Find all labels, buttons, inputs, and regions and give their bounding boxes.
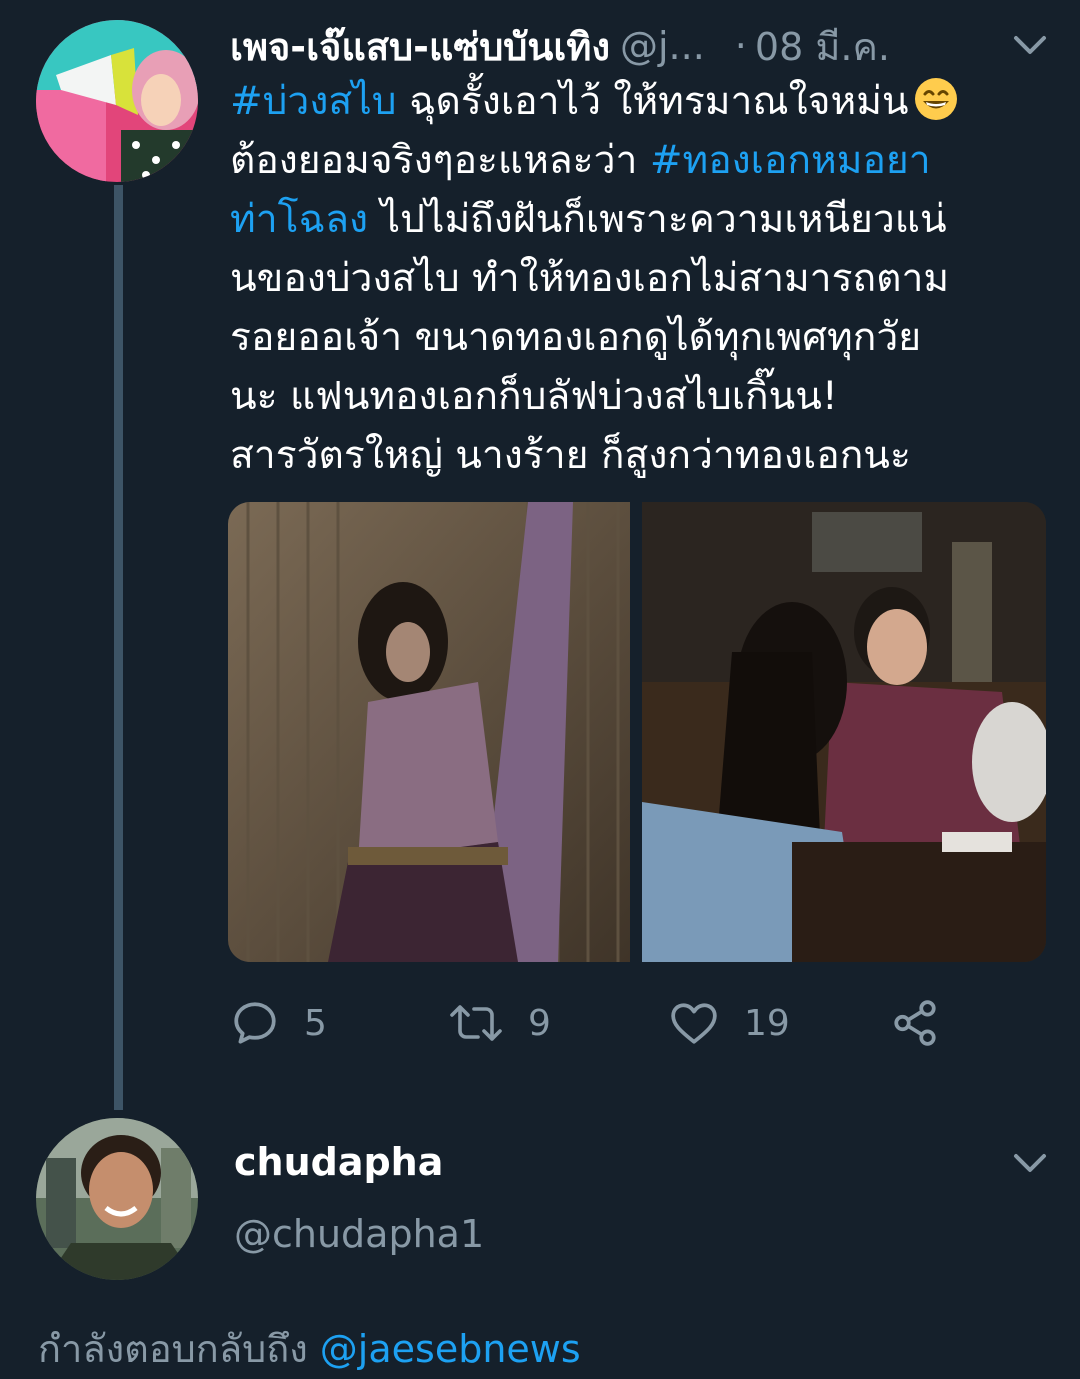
tweet-media-grid xyxy=(228,502,1046,962)
tweet-text-segment: ไปไม่ถึงฝันก็เพราะความเหนียวแน่ xyxy=(368,197,947,242)
tweet-action-bar: 5 9 19 xyxy=(0,995,1080,1051)
reply-user-handle: @chudapha1 xyxy=(234,1212,485,1256)
thread-connector-line xyxy=(114,185,123,1110)
chevron-down-icon[interactable] xyxy=(1010,30,1050,60)
tweet-display-name[interactable]: เพจ-เจ๊แสบ-แซ่บบันเทิง xyxy=(230,16,610,77)
retweet-action[interactable]: 9 xyxy=(448,995,551,1051)
share-icon xyxy=(894,1000,936,1046)
tweet-text-line: สารวัตรใหญ่ นางร้าย ก็สูงกว่าทองเอกนะ xyxy=(230,426,1050,485)
tweet-text-segment: สารวัตรใหญ่ นางร้าย ก็สูงกว่าทองเอกนะ xyxy=(230,433,911,478)
like-count: 19 xyxy=(744,1002,790,1044)
replying-to-line: กำลังตอบกลับถึง @jaesebnews xyxy=(38,1318,581,1379)
reply-icon xyxy=(234,1002,276,1044)
tweet-text-segment: รอยออเจ้า ขนาดทองเอกดูได้ทุกเพศทุกวัย xyxy=(230,315,922,360)
tweet-text-segment: ฉุดรั้งเอาไว้ ให้ทรมาณใจหม่น xyxy=(396,79,909,124)
retweet-icon xyxy=(450,1005,502,1041)
share-action[interactable] xyxy=(890,995,940,1051)
reply-action[interactable]: 5 xyxy=(230,995,327,1051)
tweet-photo-2[interactable] xyxy=(642,502,1046,962)
like-icon xyxy=(671,1003,717,1044)
chevron-down-icon[interactable] xyxy=(1010,1148,1050,1178)
tweet-text-line: ท่าโฉลง ไปไม่ถึงฝันก็เพราะความเหนียวแน่ xyxy=(230,190,1050,249)
like-action[interactable]: 19 xyxy=(668,995,790,1051)
tweet-text-line: รอยออเจ้า ขนาดทองเอกดูได้ทุกเพศทุกวัย xyxy=(230,308,1050,367)
replying-to-label: กำลังตอบกลับถึง xyxy=(38,1327,308,1371)
hashtag-link[interactable]: #บ่วงสไบ xyxy=(230,79,397,124)
hashtag-link[interactable]: #ทองเอกหมอยา xyxy=(650,138,931,183)
tweet-text-line: นของบ่วงสไบ ทำให้ทองเอกไม่สามารถตาม xyxy=(230,249,1050,308)
tweet-text-segment: นะ แฟนทองเอกก็บลัฟบ่วงสไบเกิ๊นน! xyxy=(230,374,838,419)
reply-count: 5 xyxy=(304,1002,327,1044)
grinning-smiling-eyes-emoji-icon xyxy=(914,78,957,120)
tweet-header: เพจ-เจ๊แสบ-แซ่บบันเทิง @j... · 08 มี.ค. xyxy=(230,16,1060,76)
reply-user-avatar[interactable] xyxy=(36,1118,198,1280)
tweet-text-segment: นของบ่วงสไบ ทำให้ทองเอกไม่สามารถตาม xyxy=(230,256,950,301)
hashtag-link[interactable]: ท่าโฉลง xyxy=(230,197,368,242)
tweet-photo-1[interactable] xyxy=(228,502,630,962)
tweet-author-avatar[interactable] xyxy=(36,20,198,182)
tweet-date[interactable]: 08 มี.ค. xyxy=(755,16,890,77)
tweet-text-line: ต้องยอมจริงๆอะแหละว่า #ทองเอกหมอยา xyxy=(230,131,1050,190)
tweet-text: #บ่วงสไบ ฉุดรั้งเอาไว้ ให้ทรมาณใจหม่น ต้อ… xyxy=(230,72,1050,485)
tweet-text-line: นะ แฟนทองเอกก็บลัฟบ่วงสไบเกิ๊นน! xyxy=(230,367,1050,426)
tweet-text-line: #บ่วงสไบ ฉุดรั้งเอาไว้ ให้ทรมาณใจหม่น xyxy=(230,72,1050,131)
retweet-count: 9 xyxy=(528,1002,551,1044)
separator-dot: · xyxy=(734,24,747,68)
tweet-handle[interactable]: @j... xyxy=(620,24,705,68)
tweet-text-segment: ต้องยอมจริงๆอะแหละว่า xyxy=(230,138,650,183)
reply-user-display-name: chudapha xyxy=(234,1140,444,1184)
replying-to-handle[interactable]: @jaesebnews xyxy=(320,1327,581,1371)
